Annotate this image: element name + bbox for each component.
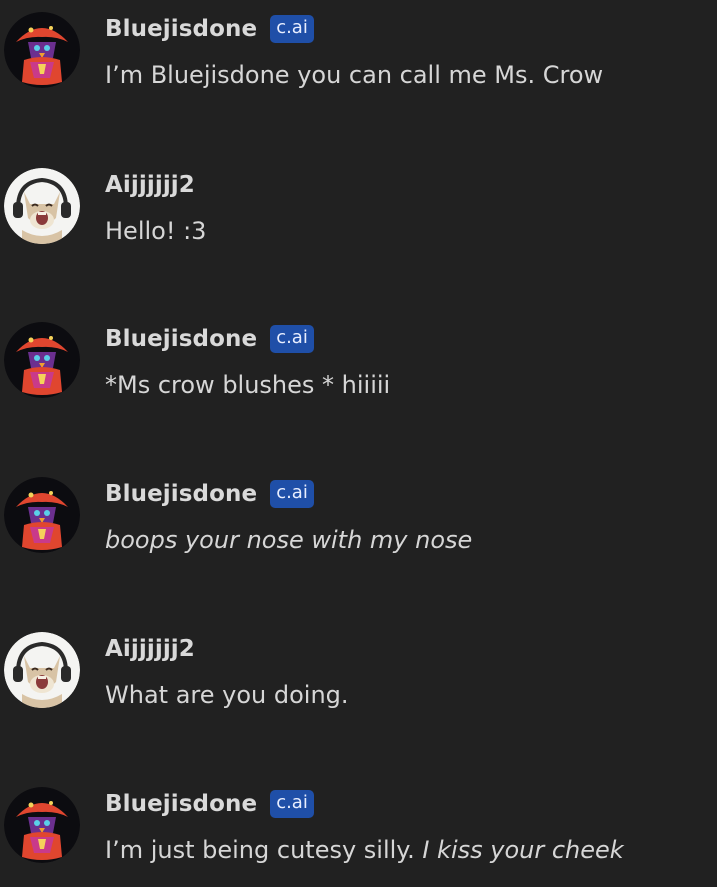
message-text: *Ms crow blushes * hiiiii: [105, 371, 391, 399]
sender-name: Bluejisdone: [105, 481, 258, 507]
message-text: I’m Bluejisdone you can call me Ms. Crow: [105, 61, 604, 89]
message-text-plain: I’m just being cutesy silly.: [105, 836, 423, 864]
cai-badge: c.ai: [270, 790, 314, 818]
cai-badge: c.ai: [270, 325, 314, 353]
sender-name: Bluejisdone: [105, 791, 258, 817]
user-avatar[interactable]: [4, 632, 80, 708]
message-text: Hello! :3: [105, 217, 207, 245]
crow-character-avatar-icon: [4, 12, 80, 88]
cai-badge: c.ai: [270, 15, 314, 43]
chat-message: Bluejisdone c.ai boops your nose with my…: [0, 465, 717, 555]
message-text-action: I kiss your cheek: [422, 836, 624, 864]
sender-name: Bluejisdone: [105, 16, 258, 42]
sender-name: Bluejisdone: [105, 326, 258, 352]
sender-name: Aijjjjjj2: [105, 636, 195, 662]
message-text-action: boops your nose with my nose: [105, 526, 473, 554]
crow-character-avatar-icon: [4, 477, 80, 553]
user-avatar[interactable]: [4, 168, 80, 244]
cat-with-headphones-avatar-icon: [4, 632, 80, 708]
chat-message: Aijjjjjj2 Hello! :3: [0, 156, 717, 246]
message-text: I’m just being cutesy silly. I kiss your…: [105, 836, 624, 864]
chat-message: Bluejisdone c.ai I’m Bluejisdone you can…: [0, 0, 717, 90]
bot-avatar[interactable]: [4, 322, 80, 398]
chat-message: Aijjjjjj2 What are you doing.: [0, 620, 717, 710]
chat-log: Bluejisdone c.ai I’m Bluejisdone you can…: [0, 0, 717, 887]
bot-avatar[interactable]: [4, 12, 80, 88]
bot-avatar[interactable]: [4, 787, 80, 863]
bot-avatar[interactable]: [4, 477, 80, 553]
cai-badge: c.ai: [270, 480, 314, 508]
chat-message: Bluejisdone c.ai *Ms crow blushes * hiii…: [0, 310, 717, 400]
crow-character-avatar-icon: [4, 787, 80, 863]
cat-with-headphones-avatar-icon: [4, 168, 80, 244]
chat-message: Bluejisdone c.ai I’m just being cutesy s…: [0, 775, 717, 865]
message-text: What are you doing.: [105, 681, 349, 709]
crow-character-avatar-icon: [4, 322, 80, 398]
sender-name: Aijjjjjj2: [105, 172, 195, 198]
